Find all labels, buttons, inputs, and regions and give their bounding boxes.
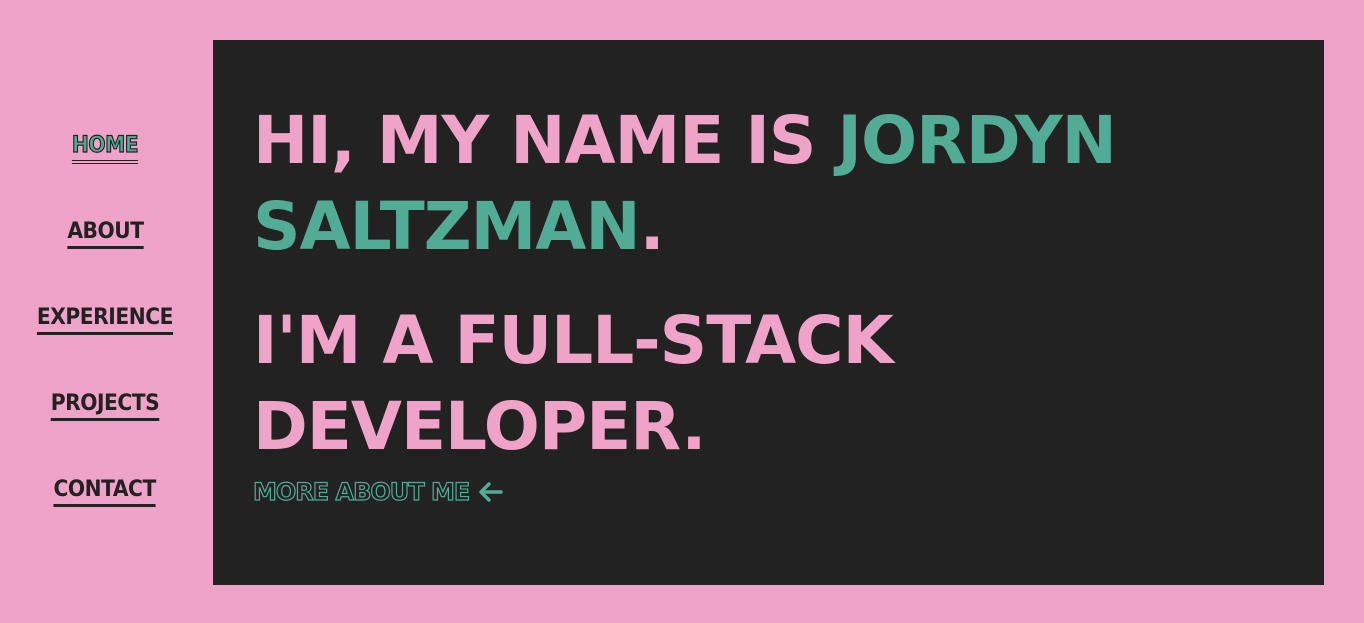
hero-role: I'M A FULL-STACK DEVELOPER. xyxy=(253,302,894,465)
nav-item-projects[interactable]: PROJECTS xyxy=(0,391,210,421)
nav-item-label: CONTACT xyxy=(53,477,157,507)
arrow-left-icon xyxy=(479,482,504,502)
nav-item-home[interactable]: HOME xyxy=(0,132,210,164)
nav-item-label: HOME xyxy=(71,132,139,164)
hero-greeting: HI, MY NAME IS JORDYN SALTZMAN. xyxy=(253,98,1253,270)
nav-item-contact[interactable]: CONTACT xyxy=(0,477,210,507)
more-link-label: MORE ABOUT ME xyxy=(252,477,470,506)
nav-item-experience[interactable]: EXPERIENCE xyxy=(0,305,210,335)
nav-item-label: ABOUT xyxy=(66,219,144,249)
greeting-suffix: . xyxy=(639,188,665,265)
nav-item-label: EXPERIENCE xyxy=(36,305,173,335)
greeting-prefix: HI, MY NAME IS xyxy=(253,102,838,179)
page: HOME ABOUT EXPERIENCE PROJECTS CONTACT H… xyxy=(0,0,1364,623)
side-nav: HOME ABOUT EXPERIENCE PROJECTS CONTACT xyxy=(0,0,213,623)
nav-item-label: PROJECTS xyxy=(50,391,160,421)
hero-panel: HI, MY NAME IS JORDYN SALTZMAN. I'M A FU… xyxy=(213,40,1324,585)
nav-item-about[interactable]: ABOUT xyxy=(0,219,210,249)
more-about-me-link[interactable]: MORE ABOUT ME xyxy=(252,477,504,507)
